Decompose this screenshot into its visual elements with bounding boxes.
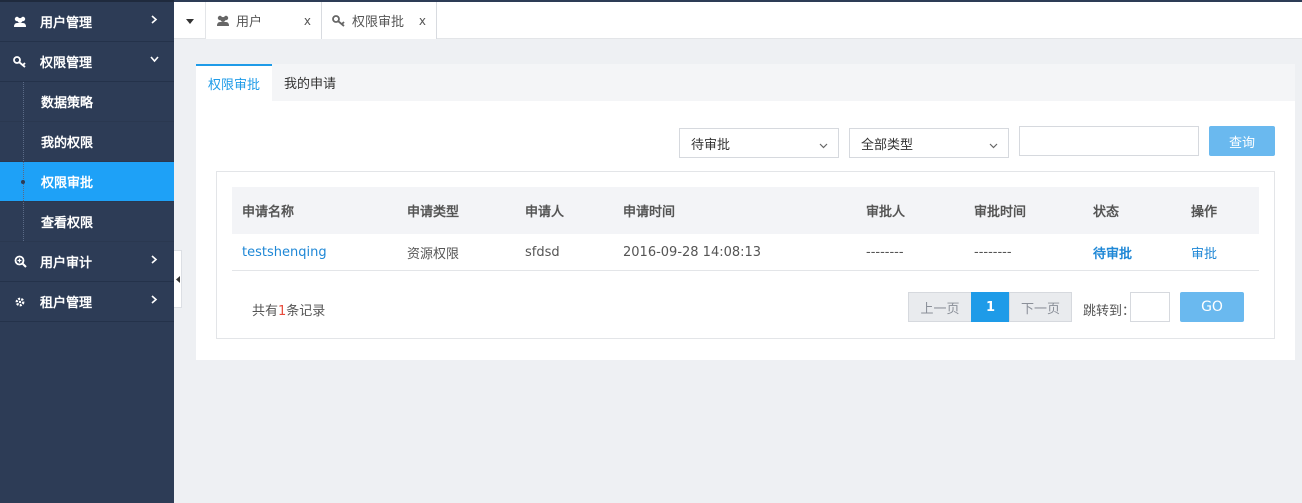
sidebar-item-tenant-management[interactable]: 租户管理 xyxy=(0,282,174,322)
record-count-suffix: 条记录 xyxy=(286,304,326,319)
page-1-button[interactable]: 1 xyxy=(971,292,1010,322)
users-icon xyxy=(216,15,230,27)
sidebar: 用户管理 权限管理 数据策略 我的权限 权限审批 查看权限 用户审计 租户管理 xyxy=(0,0,174,503)
sidebar-item-user-audit[interactable]: 用户审计 xyxy=(0,242,174,282)
chevron-down-icon xyxy=(148,53,160,65)
record-count-prefix: 共有 xyxy=(252,304,279,319)
sidebar-item-label: 租户管理 xyxy=(40,296,93,311)
type-select-value: 全部类型 xyxy=(861,137,914,153)
application-name-link[interactable]: testshenqing xyxy=(242,234,327,271)
record-count: 共有1条记录 xyxy=(252,300,325,319)
gear-icon xyxy=(0,296,40,308)
status-select-value: 待审批 xyxy=(691,137,731,153)
sidebar-item-label: 用户审计 xyxy=(40,256,93,271)
caret-down-icon xyxy=(185,13,194,28)
sidebar-item-permission-management[interactable]: 权限管理 xyxy=(0,42,174,82)
column-header: 申请类型 xyxy=(407,205,460,220)
tab-close-button[interactable]: x xyxy=(304,14,311,28)
go-button[interactable]: GO xyxy=(1180,292,1244,322)
search-input[interactable] xyxy=(1019,126,1199,156)
sidebar-item-label: 权限管理 xyxy=(40,56,93,71)
tab-close-button[interactable]: x xyxy=(419,14,426,28)
column-header: 操作 xyxy=(1191,205,1218,220)
chevron-right-icon xyxy=(148,253,160,265)
tab-label: 用户 xyxy=(236,15,263,30)
key-icon xyxy=(0,55,40,68)
column-header: 审批时间 xyxy=(974,205,1027,220)
inner-tab-bar: 权限审批 我的申请 xyxy=(196,64,1295,101)
table-cell: -------- xyxy=(974,245,1012,260)
type-select[interactable]: 全部类型 xyxy=(849,128,1009,158)
table-header: 申请名称 申请类型 申请人 申请时间 审批人 审批时间 状态 操作 xyxy=(232,187,1259,234)
sidebar-item-label: 用户管理 xyxy=(40,16,93,31)
sidebar-collapse-handle[interactable] xyxy=(174,250,182,308)
tab-permission-approval[interactable]: 权限审批 x xyxy=(322,2,437,39)
inner-tab-my-applications[interactable]: 我的申请 xyxy=(272,64,348,101)
status-select[interactable]: 待审批 xyxy=(679,128,839,158)
sidebar-subitem-label: 数据策略 xyxy=(41,96,94,111)
column-header: 申请人 xyxy=(525,205,565,220)
column-header: 申请名称 xyxy=(242,205,295,220)
column-header: 状态 xyxy=(1093,205,1120,220)
sidebar-item-user-management[interactable]: 用户管理 xyxy=(0,2,174,42)
chevron-right-icon xyxy=(148,293,160,305)
users-icon xyxy=(0,16,40,28)
inner-tab-approval[interactable]: 权限审批 xyxy=(196,64,273,101)
sidebar-subitem-data-policy[interactable]: 数据策略 xyxy=(0,82,174,122)
sidebar-subitem-view-permissions[interactable]: 查看权限 xyxy=(0,202,174,242)
column-header: 申请时间 xyxy=(623,205,676,220)
query-button[interactable]: 查询 xyxy=(1209,126,1275,156)
sidebar-subitem-label: 查看权限 xyxy=(41,216,94,231)
tab-users[interactable]: 用户 x xyxy=(206,2,322,39)
search-plus-icon xyxy=(0,255,40,268)
sidebar-subitem-label: 权限审批 xyxy=(41,176,94,191)
tab-bar: 用户 x 权限审批 x xyxy=(174,0,1302,39)
table-cell: 资源权限 xyxy=(407,247,460,262)
key-icon xyxy=(332,14,346,27)
sidebar-subitem-label: 我的权限 xyxy=(41,136,94,151)
tab-label: 权限审批 xyxy=(352,15,405,30)
jump-page-input[interactable] xyxy=(1130,292,1170,322)
prev-page-button[interactable]: 上一页 xyxy=(908,292,972,322)
chevron-right-icon xyxy=(148,13,160,25)
table-cell: sfdsd xyxy=(525,245,560,260)
status-link[interactable]: 待审批 xyxy=(1093,234,1132,271)
sidebar-subitem-my-permissions[interactable]: 我的权限 xyxy=(0,122,174,162)
table-row: testshenqing 资源权限 sfdsd 2016-09-28 14:08… xyxy=(232,234,1259,271)
tab-list-dropdown[interactable] xyxy=(174,2,206,39)
caret-left-icon xyxy=(175,272,180,287)
approval-table: 申请名称 申请类型 申请人 申请时间 审批人 审批时间 状态 操作 testsh… xyxy=(216,171,1275,339)
chevron-down-icon xyxy=(989,138,998,153)
next-page-button[interactable]: 下一页 xyxy=(1009,292,1072,322)
sidebar-subitem-permission-approval[interactable]: 权限审批 xyxy=(0,162,174,202)
chevron-down-icon xyxy=(819,138,828,153)
table-cell: -------- xyxy=(866,245,904,260)
approve-link[interactable]: 审批 xyxy=(1191,234,1217,271)
main-panel: 权限审批 我的申请 待审批 全部类型 查询 申请名称 申请类型 申请人 申请时间… xyxy=(196,64,1295,360)
column-header: 审批人 xyxy=(866,205,906,220)
jump-to-label: 跳转到： xyxy=(1083,304,1136,319)
table-cell: 2016-09-28 14:08:13 xyxy=(623,245,762,260)
